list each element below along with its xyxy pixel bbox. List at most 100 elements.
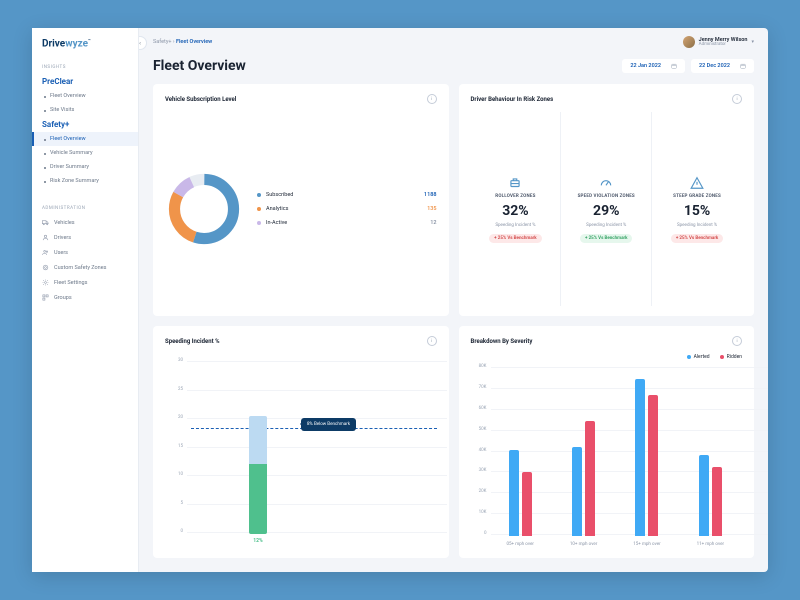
bar-groups: 05+ mph over 10+ mph over 15+ mph over xyxy=(489,364,743,536)
user-menu[interactable]: Jenny Merry Wilson Administrator ▾ xyxy=(683,36,754,48)
breakdown-legend: Alerted Ridden xyxy=(471,354,743,360)
user-icon xyxy=(42,234,49,241)
y-tick: 20 xyxy=(165,415,183,420)
date-from-value: 22 Jan 2022 xyxy=(630,63,661,69)
users-icon xyxy=(42,249,49,256)
card-behaviour: Driver Behaviour In Risk Zones i ROLLOVE… xyxy=(459,84,755,316)
legend-dot xyxy=(687,355,691,359)
zone-label: STEEP GRADE ZONES xyxy=(673,194,721,199)
calendar-icon xyxy=(671,63,677,69)
nav-safety-fleet-overview[interactable]: Fleet Overview xyxy=(32,132,138,146)
nav-admin-settings[interactable]: Fleet Settings xyxy=(32,275,138,290)
zone-sublabel: Speeding Incident % xyxy=(495,223,535,228)
legend-label: Analytics xyxy=(266,206,288,212)
zone-rollover: ROLLOVER ZONES 32% Speeding Incident % +… xyxy=(471,112,562,306)
card-title: Driver Behaviour In Risk Zones xyxy=(471,96,554,103)
bar-alerted xyxy=(509,450,519,536)
nav-admin-label: Users xyxy=(54,250,68,256)
nav-admin-zones[interactable]: Custom Safety Zones xyxy=(32,260,138,275)
zone-label: ROLLOVER ZONES xyxy=(495,194,535,199)
y-tick: 15 xyxy=(165,444,183,449)
legend-row: Analytics 135 xyxy=(257,206,437,212)
y-tick: 50K xyxy=(471,427,487,432)
zone-badge: + 25% Vs Benchmark xyxy=(489,234,542,243)
chevron-down-icon: ▾ xyxy=(751,39,754,45)
zone-badge: + 25% Vs Benchmark xyxy=(671,234,724,243)
info-icon[interactable]: i xyxy=(732,336,742,346)
legend-row: Subscribed 1188 xyxy=(257,192,437,198)
rollover-icon xyxy=(508,176,522,190)
y-tick: 30 xyxy=(165,358,183,363)
nav-admin-label: Vehicles xyxy=(54,220,75,226)
brand-tm: ™ xyxy=(88,38,91,43)
legend-dot xyxy=(257,193,261,197)
zone-icon xyxy=(42,264,49,271)
user-text: Jenny Merry Wilson Administrator xyxy=(699,37,748,48)
legend-value: 135 xyxy=(427,206,436,212)
card-title: Vehicle Subscription Level xyxy=(165,96,236,103)
breadcrumb: Safety+ › Fleet Overview xyxy=(153,39,212,45)
bar-ridden xyxy=(712,467,722,536)
bar-alerted xyxy=(572,447,582,536)
bar-group: 15+ mph over xyxy=(635,364,658,536)
insights-section-label: INSIGHTS xyxy=(32,59,138,74)
nav-admin-groups[interactable]: Groups xyxy=(32,290,138,305)
y-tick: 20K xyxy=(471,489,487,494)
nav-admin-label: Groups xyxy=(54,295,72,301)
gauge-icon xyxy=(599,176,613,190)
card-subscription: Vehicle Subscription Level i Subscribed 1… xyxy=(153,84,449,316)
subscription-donut-chart xyxy=(165,170,243,248)
sidebar-collapse-button[interactable]: ‹ xyxy=(139,36,147,50)
x-category: 10+ mph over xyxy=(570,543,597,548)
zone-sublabel: Speeding Incident % xyxy=(677,223,717,228)
info-icon[interactable]: i xyxy=(732,94,742,104)
legend-row: In-Active12 xyxy=(257,220,437,226)
x-category: 11+ mph over xyxy=(697,543,724,548)
legend-label: Alerted xyxy=(694,354,710,360)
nav-safety-driver-summary[interactable]: Driver Summary xyxy=(32,160,138,174)
avatar xyxy=(683,36,695,48)
nav-category-preclear[interactable]: PreClear xyxy=(32,74,138,89)
date-to-picker[interactable]: 22 Dec 2022 xyxy=(691,59,754,73)
legend-label: Ridden xyxy=(727,354,742,360)
info-icon[interactable]: i xyxy=(427,336,437,346)
bar-group: 10+ mph over xyxy=(572,364,595,536)
breadcrumb-current: Fleet Overview xyxy=(176,39,212,45)
breadcrumb-parent[interactable]: Safety+ xyxy=(153,39,172,45)
card-breakdown: Breakdown By Severity i Alerted Ridden 8… xyxy=(459,326,755,558)
legend-value: 1188 xyxy=(424,192,437,198)
main-area: ‹ Safety+ › Fleet Overview Jenny Merry W… xyxy=(139,28,768,572)
y-axis: 80K 70K 60K 50K 40K 30K 20K 10K 0 xyxy=(471,364,487,536)
date-from-picker[interactable]: 22 Jan 2022 xyxy=(622,59,685,73)
nav-admin-drivers[interactable]: Drivers xyxy=(32,230,138,245)
info-icon[interactable]: i xyxy=(427,94,437,104)
nav-admin-users[interactable]: Users xyxy=(32,245,138,260)
bar-alerted xyxy=(635,379,645,536)
nav-preclear-fleet-overview[interactable]: Fleet Overview xyxy=(32,89,138,103)
card-speeding: Speeding Incident % i 30 25 20 15 10 5 0 xyxy=(153,326,449,558)
card-title: Speeding Incident % xyxy=(165,338,220,345)
legend-dot xyxy=(257,207,261,211)
y-tick: 70K xyxy=(471,385,487,390)
nav-preclear-site-visits[interactable]: Site Visits xyxy=(32,103,138,117)
breakdown-chart: Alerted Ridden 80K 70K 60K 50K 40K 30K 2… xyxy=(471,354,743,548)
zone-value: 15% xyxy=(684,203,710,219)
bar-group: 11+ mph over xyxy=(699,364,722,536)
brand-part2: wyze xyxy=(65,38,88,49)
nav-admin-vehicles[interactable]: Vehicles xyxy=(32,215,138,230)
zone-value: 29% xyxy=(593,203,619,219)
y-tick: 0 xyxy=(471,531,487,536)
bar-value-label: 12% xyxy=(253,538,262,544)
brand-part1: Drive xyxy=(42,38,65,49)
legend-label: Subscribed xyxy=(266,192,293,198)
y-tick: 25 xyxy=(165,387,183,392)
legend-value: 12 xyxy=(430,220,436,226)
zone-badge: + 25% Vs Benchmark xyxy=(580,234,633,243)
nav-safety-risk-zone-summary[interactable]: Risk Zone Summary xyxy=(32,174,138,188)
gear-icon xyxy=(42,279,49,286)
bar-ridden xyxy=(648,395,658,536)
y-tick: 30K xyxy=(471,468,487,473)
nav-category-safety[interactable]: Safety+ xyxy=(32,117,138,132)
nav-safety-vehicle-summary[interactable]: Vehicle Summary xyxy=(32,146,138,160)
page-title: Fleet Overview xyxy=(153,58,246,74)
